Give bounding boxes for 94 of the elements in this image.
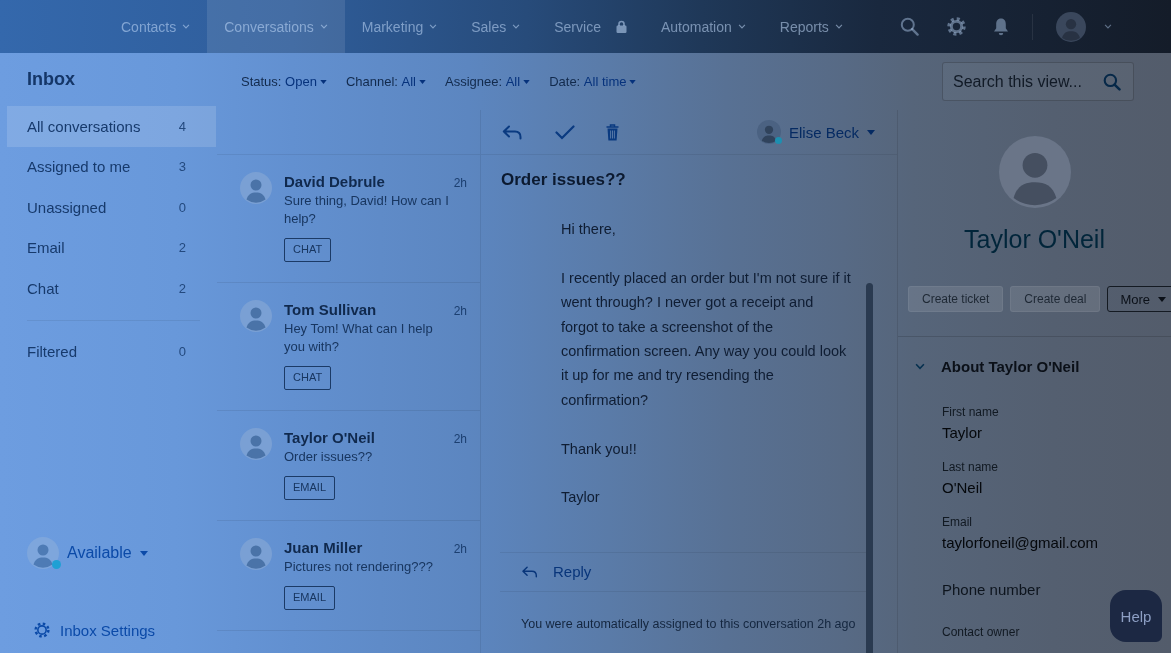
message-preview: Order issues?? [284,448,374,466]
message-paragraph: Taylor [561,488,601,508]
reply-icon [521,565,538,578]
avatar-icon [240,538,272,570]
chevron-down-icon [834,24,843,29]
settings-icon [34,622,50,638]
field-value: taylorfoneil@gmail.com [942,533,1099,553]
field-label: First name [942,404,999,420]
inbox-view-item[interactable]: Email 2 [7,227,216,268]
field-value: Taylor [942,423,982,443]
scrollbar-thumb[interactable] [866,283,873,653]
search-icon[interactable] [1103,72,1121,91]
conversation-card[interactable]: Tom Sullivan 2h Hey Tom! What can I help you with? CHAT [217,283,480,411]
check-icon[interactable] [555,124,575,140]
caret-down-icon [523,79,531,84]
nav-menu-item[interactable]: Conversations [207,0,345,53]
avatar-icon [756,120,781,144]
contact-name: Juan Miller [284,538,363,558]
contact-name: Taylor O'Neil [964,224,1105,254]
chevron-down-icon [915,362,925,370]
message-time: 2h [453,432,467,446]
field-label: Last name [942,459,999,475]
bell-icon[interactable] [992,17,1010,36]
inbox-title: Inbox [27,69,75,90]
chevron-down-icon [319,24,328,29]
filter-dropdown[interactable]: Status: Open [241,74,327,89]
nav-menu-item[interactable]: Sales [454,0,538,53]
chevron-down-icon [737,24,746,29]
section-toggle[interactable]: About Taylor O'Neil [898,351,1080,381]
inbox-view-item[interactable]: Assigned to me 3 [7,146,216,187]
channel-tag: EMAIL [284,476,335,500]
message-paragraph: Hi there, [561,220,617,239]
nav-menu-item[interactable]: Automation [643,0,763,53]
avatar-icon [998,136,1071,208]
message-paragraph: I recently placed an order but I'm not sure if it went through? I never got a receipt and forgot to take a screenshot of the confirmation screen. Any way you could look it up for me and try resending the confirmation? [561,268,852,410]
avatar-icon [1056,11,1086,42]
trash-icon[interactable] [606,123,619,141]
field-label: Email [942,514,972,530]
contact-name: Tom Sullivan [284,300,377,320]
filter-dropdown[interactable]: Channel: All [345,74,426,89]
nav-menu-item[interactable]: Contacts [104,0,208,53]
contact-name: Taylor O'Neil [284,428,375,448]
filter-dropdown[interactable]: Assignee: All [445,74,531,89]
help-button[interactable]: Help [1110,590,1162,642]
avatar-icon [240,300,272,332]
chevron-down-icon [182,24,191,29]
conversation-card[interactable]: Taylor O'Neil 2h Order issues?? EMAIL [217,411,480,521]
caret-down-icon [867,129,875,135]
nav-menu-item[interactable]: Marketing [344,0,455,53]
message-preview: Hey Tom! What can I help you with? [284,320,434,356]
message-time: 2h [453,176,467,190]
search-icon[interactable] [900,17,919,36]
contact-name: David Debrule [284,172,385,192]
channel-tag: CHAT [284,366,332,390]
channel-tag: CHAT [284,238,332,262]
settings-icon[interactable] [947,17,966,36]
inbox-view-item[interactable]: Chat 2 [7,268,216,309]
reply-icon[interactable] [502,124,522,140]
channel-tag: EMAIL [284,586,335,610]
avatar-icon [240,172,272,204]
filter-dropdown[interactable]: Date: All time [549,74,637,89]
message-preview: Sure thing, David! How can I help? [284,192,450,228]
message-subject: Order issues?? [501,169,627,191]
action-button[interactable]: More [1107,286,1171,312]
chevron-down-icon [429,24,438,29]
field-label: Contact owner [942,624,1020,640]
caret-down-icon [319,79,327,84]
conversation-card[interactable]: David Debrule 2h Sure thing, David! How can I help? CHAT [217,155,480,283]
reply-button[interactable]: Reply [521,563,592,581]
caret-down-icon [139,550,148,556]
assignee-dropdown[interactable]: Elise Beck [756,120,875,144]
nav-menu-item[interactable]: Reports [762,0,860,53]
settings-link[interactable]: Inbox Settings [34,614,156,646]
status-dropdown[interactable]: Available [27,537,148,569]
assignment-note: You were automatically assigned to this conversation 2h ago [521,615,857,633]
message-time: 2h [453,542,467,556]
inbox-view-item[interactable]: Filtered 0 [7,331,216,372]
empty-field-label[interactable]: Phone number [942,580,1041,600]
caret-down-icon [629,79,637,84]
field-value: O'Neil [942,478,983,498]
inbox-view-item[interactable]: Unassigned 0 [7,187,216,228]
avatar-icon [27,537,59,569]
message-paragraph: Thank you!! [561,439,638,459]
chevron-down-icon [512,24,521,29]
caret-down-icon [1158,296,1167,302]
conversation-card[interactable]: Juan Miller 2h Pictures not rendering??? EMAIL [217,521,480,631]
avatar-icon [240,428,272,460]
inbox-view-item[interactable]: All conversations 4 [7,106,216,147]
nav-menu-item[interactable]: Service [537,0,644,53]
lock-icon [615,20,627,33]
message-preview: Pictures not rendering??? [284,558,434,576]
message-time: 2h [453,304,467,318]
chevron-down-icon [1104,24,1112,29]
caret-down-icon [419,79,426,84]
